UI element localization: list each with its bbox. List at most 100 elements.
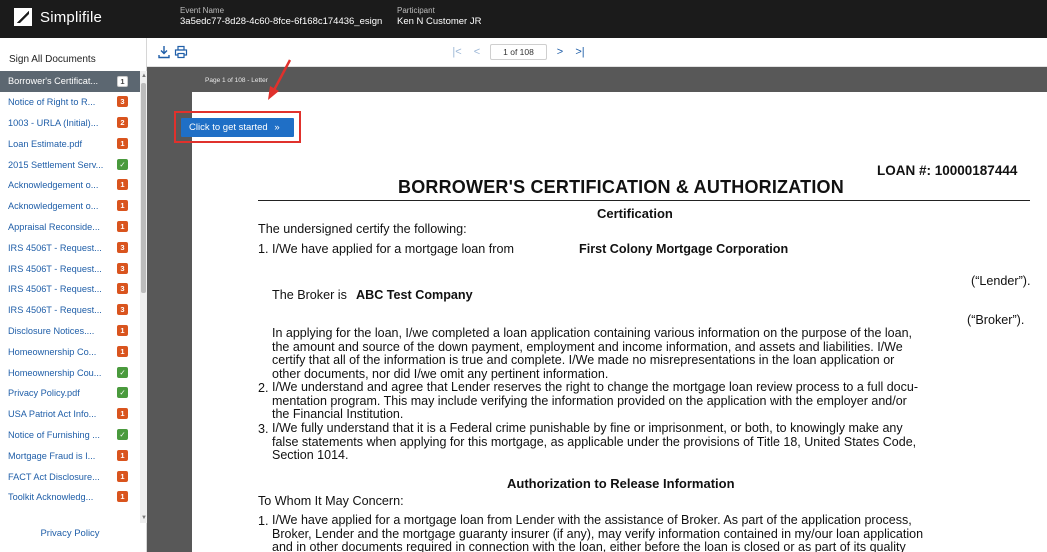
- top-bar: Simplifile Event Name 3a5edc77-8d28-4c60…: [0, 0, 1047, 38]
- sidebar-scrollbar[interactable]: ▲ ▼: [140, 71, 147, 523]
- document-list-item-label: Privacy Policy.pdf: [8, 388, 80, 399]
- document-list-item[interactable]: Appraisal Reconside... 1: [0, 217, 140, 238]
- salutation: To Whom It May Concern:: [258, 494, 404, 508]
- paragraph-line: I/We have applied for a mortgage loan fr…: [272, 513, 912, 527]
- title-divider: [258, 200, 1030, 201]
- participant-label: Participant: [397, 6, 435, 15]
- document-list-item-label: Borrower's Certificat...: [8, 76, 99, 87]
- document-list-item[interactable]: IRS 4506T - Request... 3: [0, 279, 140, 300]
- section-heading-authorization: Authorization to Release Information: [507, 476, 735, 491]
- document-list-item-label: Acknowledgement o...: [8, 201, 99, 212]
- paragraph-line: certify that all of the information is t…: [272, 353, 895, 368]
- paragraph-line: false statements when applying for this …: [272, 434, 917, 449]
- next-page-icon[interactable]: >: [553, 46, 567, 58]
- signature-count-badge: 1: [117, 221, 128, 233]
- document-list-item[interactable]: Notice of Furnishing ... ✓: [0, 425, 140, 446]
- document-list-item[interactable]: Acknowledgement o... 1: [0, 175, 140, 196]
- click-to-get-started-button[interactable]: Click to get started »: [181, 118, 294, 137]
- loan-number: LOAN #: 10000187444: [877, 163, 1018, 178]
- last-page-icon[interactable]: >|: [573, 46, 587, 58]
- document-list-item-label: FACT Act Disclosure...: [8, 471, 100, 482]
- document-list-item[interactable]: IRS 4506T - Request... 3: [0, 300, 140, 321]
- document-sidebar: Sign All Documents Borrower's Certificat…: [0, 38, 147, 552]
- check-icon: ✓: [117, 158, 128, 170]
- item1-text: I/We have applied for a mortgage loan fr…: [272, 242, 514, 256]
- start-button-highlight: Click to get started »: [174, 111, 301, 143]
- page-number-input[interactable]: 1 of 108: [490, 44, 547, 60]
- document-list-item[interactable]: Disclosure Notices.... 1: [0, 321, 140, 342]
- document-list-item[interactable]: Acknowledgement o... 1: [0, 196, 140, 217]
- intro-text: The undersigned certify the following:: [258, 222, 467, 236]
- document-list-item[interactable]: 2015 Settlement Serv... ✓: [0, 154, 140, 175]
- item-number: 2.: [258, 381, 269, 395]
- document-list-item[interactable]: Loan Estimate.pdf 1: [0, 133, 140, 154]
- signature-count-badge: 1: [117, 491, 128, 503]
- privacy-policy-link[interactable]: Privacy Policy: [0, 528, 140, 539]
- paragraph-application: In applying for the loan, I/we completed…: [272, 326, 912, 381]
- document-list-item-label: USA Patriot Act Info...: [8, 409, 97, 420]
- signature-count-badge: 1: [117, 449, 128, 461]
- brand-logo: Simplifile: [14, 8, 102, 26]
- document-list-item[interactable]: 1003 - URLA (Initial)... 2: [0, 113, 140, 134]
- print-icon[interactable]: [174, 45, 188, 59]
- document-list-item-label: Homeownership Co...: [8, 346, 97, 357]
- paragraph-line: Broker, Lender and the mortgage guaranty…: [272, 526, 924, 541]
- item-number: 3.: [258, 422, 269, 436]
- scroll-down-icon[interactable]: ▼: [141, 515, 147, 521]
- paragraph-line: Section 1014.: [272, 448, 349, 463]
- signature-count-badge: 1: [117, 470, 128, 482]
- paragraph-line: the amount and source of the down paymen…: [272, 339, 903, 354]
- document-list-item[interactable]: Homeownership Co... 1: [0, 341, 140, 362]
- document-title: BORROWER'S CERTIFICATION & AUTHORIZATION: [398, 177, 844, 197]
- document-list-item[interactable]: Borrower's Certificat... 1: [0, 71, 140, 92]
- lender-name: First Colony Mortgage Corporation: [579, 242, 789, 256]
- scroll-up-icon[interactable]: ▲: [141, 73, 147, 79]
- participant-info: Participant Ken N Customer JR: [397, 6, 482, 27]
- event-info: Event Name 3a5edc77-8d28-4c60-8fce-6f168…: [180, 6, 382, 27]
- document-list-item-label: Notice of Furnishing ...: [8, 429, 100, 440]
- document-list-item-label: IRS 4506T - Request...: [8, 263, 102, 274]
- broker-name: ABC Test Company: [356, 288, 473, 302]
- document-list-item[interactable]: FACT Act Disclosure... 1: [0, 466, 140, 487]
- check-icon: ✓: [117, 366, 128, 378]
- document-list-item-label: Toolkit Acknowledg...: [8, 492, 94, 503]
- document-list-item-label: Loan Estimate.pdf: [8, 138, 83, 149]
- annotation-arrow-icon: [268, 59, 292, 100]
- item2-paragraph: I/We understand and agree that Lender re…: [272, 380, 918, 422]
- check-icon: ✓: [117, 429, 128, 441]
- document-list-item-label: 1003 - URLA (Initial)...: [8, 117, 99, 128]
- document-list-item-label: Mortgage Fraud is I...: [8, 450, 96, 461]
- sign-all-documents-link[interactable]: Sign All Documents: [9, 54, 96, 65]
- item-number: 1.: [258, 514, 269, 528]
- signature-count-badge: 1: [117, 200, 128, 212]
- page-navigator: |< < 1 of 108 > >|: [450, 43, 587, 61]
- scroll-thumb[interactable]: [141, 83, 146, 293]
- document-list-item[interactable]: IRS 4506T - Request... 3: [0, 258, 140, 279]
- document-list-item-label: Acknowledgement o...: [8, 180, 99, 191]
- document-list-item[interactable]: Notice of Right to R... 3: [0, 92, 140, 113]
- document-list-item[interactable]: Toolkit Acknowledg... 1: [0, 487, 140, 508]
- document-list: Borrower's Certificat... 1 Notice of Right…: [0, 71, 140, 508]
- document-list-item-label: Appraisal Reconside...: [8, 221, 100, 232]
- document-list-item[interactable]: Privacy Policy.pdf ✓: [0, 383, 140, 404]
- document-list-item-label: IRS 4506T - Request...: [8, 284, 102, 295]
- signature-count-badge: 3: [117, 241, 128, 253]
- paragraph-line: the Financial Institution.: [272, 407, 404, 422]
- signature-count-badge: 1: [117, 179, 128, 191]
- document-list-item[interactable]: Homeownership Cou... ✓: [0, 362, 140, 383]
- signature-count-badge: 1: [117, 325, 128, 337]
- document-list-item[interactable]: IRS 4506T - Request... 3: [0, 237, 140, 258]
- download-icon[interactable]: [157, 45, 171, 59]
- prev-page-icon[interactable]: <: [470, 46, 484, 58]
- document-list-item-label: Disclosure Notices....: [8, 325, 95, 336]
- first-page-icon[interactable]: |<: [450, 46, 464, 58]
- document-list-item-label: IRS 4506T - Request...: [8, 305, 102, 316]
- document-list-item-label: 2015 Settlement Serv...: [8, 159, 104, 170]
- participant-value: Ken N Customer JR: [397, 15, 482, 27]
- paragraph-line: mentation program. This may include veri…: [272, 393, 907, 408]
- document-list-item-label: Notice of Right to R...: [8, 97, 96, 108]
- document-list-item[interactable]: Mortgage Fraud is I... 1: [0, 445, 140, 466]
- document-list-item[interactable]: USA Patriot Act Info... 1: [0, 404, 140, 425]
- signature-count-badge: 3: [117, 304, 128, 316]
- event-label: Event Name: [180, 6, 225, 15]
